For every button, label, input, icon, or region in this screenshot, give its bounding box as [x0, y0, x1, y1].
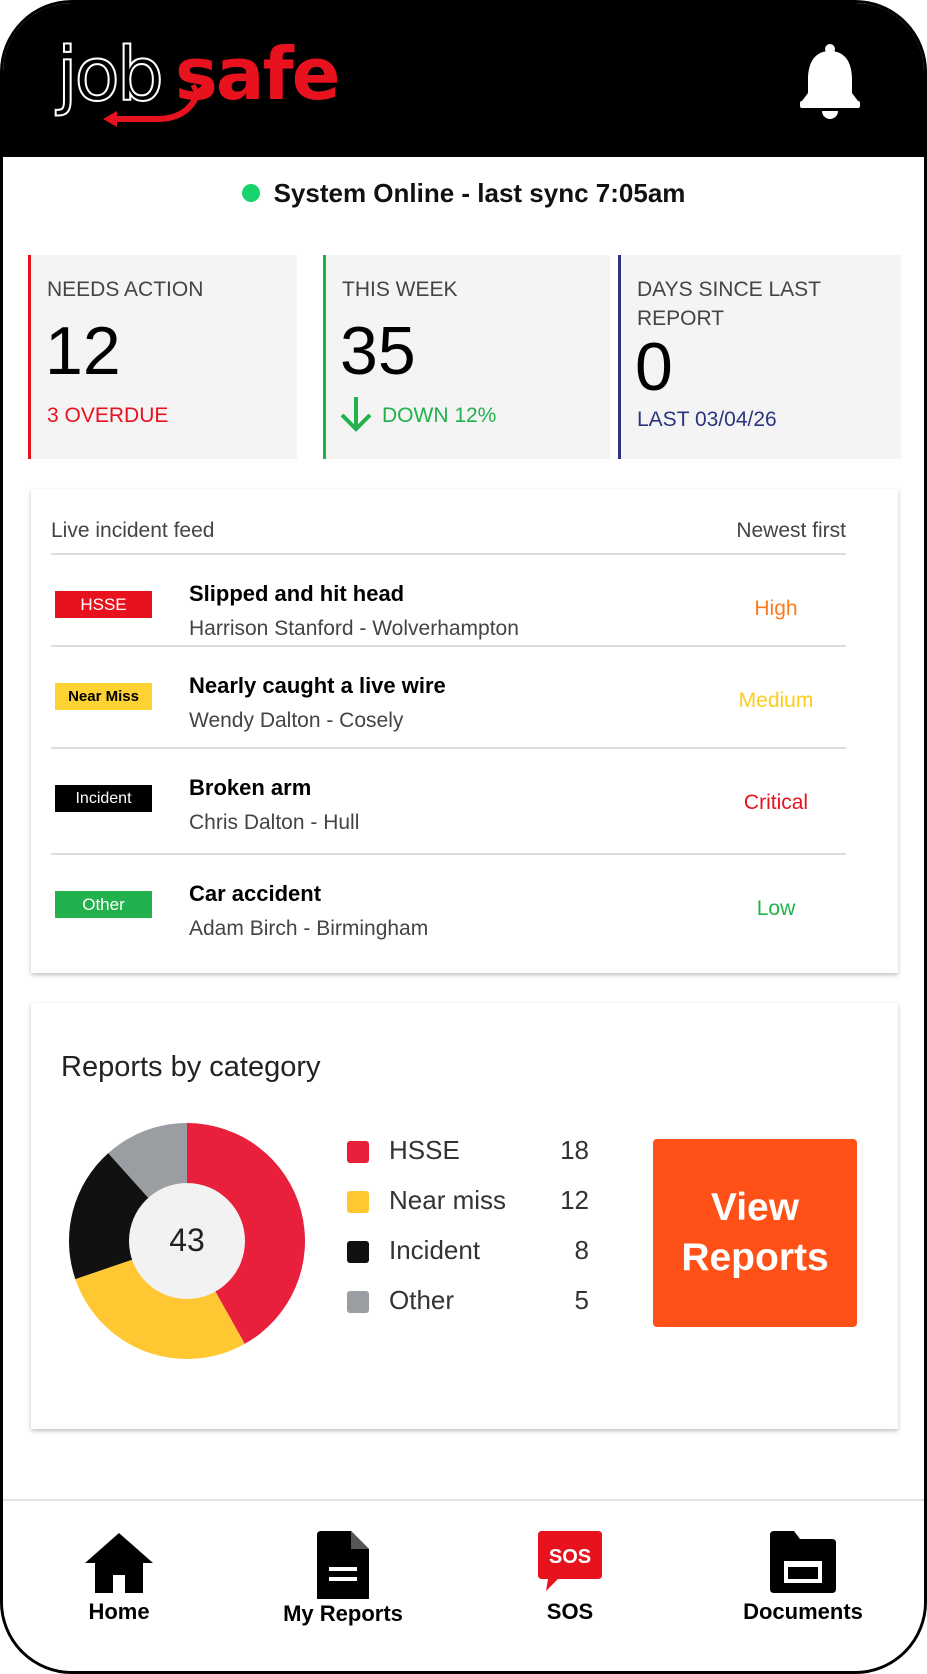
nav-label: SOS [546, 1599, 594, 1624]
incident-severity: High [754, 597, 798, 620]
legend-name: Near miss [389, 1185, 507, 1215]
stat-subtext: 3 OVERDUE [47, 404, 169, 427]
incident-tag: Other [55, 891, 152, 918]
legend-swatch [347, 1191, 369, 1213]
folder-icon [770, 1531, 836, 1593]
legend-item-hsse: HSSE 18 [347, 1131, 609, 1171]
incident-meta: Chris Dalton - Hull [189, 811, 360, 834]
reports-by-category-card: Reports by category 43 HSSE 18 Near miss… [31, 1003, 898, 1429]
incident-meta: Adam Birch - Birmingham [189, 917, 429, 940]
app-header: job safe [3, 3, 924, 157]
stat-label: THIS WEEK [342, 278, 458, 301]
legend-swatch [347, 1291, 369, 1313]
nav-item-sos[interactable]: SOS SOS [490, 1531, 650, 1651]
sos-icon: SOS [538, 1531, 602, 1591]
legend-item-near-miss: Near miss 12 [347, 1181, 609, 1221]
stat-value: 0 [635, 329, 673, 405]
incident-severity: Critical [743, 791, 809, 814]
feed-header: Live incident feed Newest first [51, 519, 846, 543]
legend-item-incident: Incident 8 [347, 1231, 609, 1271]
incident-tag: Near Miss [55, 683, 152, 710]
legend-item-other: Other 5 [347, 1281, 609, 1321]
bell-icon[interactable] [798, 43, 862, 119]
incident-title: Slipped and hit head [189, 581, 405, 606]
nav-item-my-reports[interactable]: My Reports [263, 1531, 423, 1651]
view-reports-label-1: View [710, 1186, 800, 1229]
home-icon [85, 1533, 153, 1593]
legend-count: 12 [560, 1185, 589, 1215]
incident-row[interactable]: Other Car accident Adam Birch - Birmingh… [51, 853, 846, 951]
feed-sort-toggle[interactable]: Newest first [736, 519, 846, 543]
document-icon [317, 1531, 369, 1599]
legend-count: 18 [560, 1135, 589, 1165]
legend-count: 5 [574, 1285, 589, 1315]
stat-subtext: LAST 03/04/26 [637, 408, 777, 431]
legend-swatch [347, 1141, 369, 1163]
view-reports-label-2: Reports [681, 1236, 829, 1279]
incident-row[interactable]: HSSE Slipped and hit head Harrison Stanf… [51, 553, 846, 651]
sos-icon-text: SOS [549, 1546, 591, 1568]
legend-name: Other [389, 1285, 455, 1315]
incident-severity: Low [756, 897, 796, 920]
stat-value: 35 [340, 313, 416, 389]
incident-tag: HSSE [55, 591, 152, 618]
incident-meta: Wendy Dalton - Cosely [189, 709, 404, 732]
feed-title: Live incident feed [51, 519, 215, 542]
phone-frame: job safe System Online - last sync 7:05a… [0, 0, 927, 1674]
logo-text-job: job [56, 32, 165, 118]
stat-days-since[interactable]: DAYS SINCE LAST REPORT 0 LAST 03/04/26 [618, 255, 901, 459]
legend-count: 8 [574, 1235, 589, 1265]
incident-feed-card: Live incident feed Newest first HSSE Sli… [31, 489, 898, 973]
donut-total: 43 [169, 1222, 205, 1258]
nav-item-home[interactable]: Home [39, 1531, 199, 1651]
stat-this-week[interactable]: THIS WEEK 35 DOWN 12% [323, 255, 610, 459]
arrow-down-icon [340, 397, 372, 432]
legend-name: Incident [389, 1235, 481, 1265]
incident-severity: Medium [738, 689, 814, 712]
stat-subtext: DOWN 12% [382, 404, 497, 427]
incident-tag: Incident [55, 785, 152, 812]
nav-label: Home [88, 1599, 150, 1624]
stat-needs-action[interactable]: NEEDS ACTION 12 3 OVERDUE [28, 255, 297, 459]
nav-label: My Reports [283, 1601, 403, 1626]
nav-item-documents[interactable]: Documents [723, 1531, 883, 1651]
category-chart-title: Reports by category [61, 1051, 321, 1083]
incident-row[interactable]: Incident Broken arm Chris Dalton - Hull … [51, 747, 846, 845]
legend-swatch [347, 1241, 369, 1263]
stat-label: DAYS SINCE LAST REPORT [637, 278, 821, 330]
stat-value: 12 [45, 313, 121, 389]
category-donut-chart: 43 [69, 1123, 305, 1359]
nav-label: Documents [743, 1599, 863, 1624]
bottom-navigation: Home My Reports SOS SOS Documents [3, 1499, 924, 1671]
sync-status-text: System Online - last sync 7:05am [273, 177, 686, 208]
incident-title: Broken arm [189, 775, 312, 800]
jobsafe-logo: job safe [47, 32, 341, 133]
sync-status: System Online - last sync 7:05am [3, 173, 924, 213]
logo-text-safe: safe [175, 32, 341, 116]
legend-name: HSSE [389, 1135, 460, 1165]
incident-row[interactable]: Near Miss Nearly caught a live wire Wend… [51, 645, 846, 743]
incident-title: Car accident [189, 881, 322, 906]
status-dot-icon [241, 184, 260, 202]
incident-title: Nearly caught a live wire [189, 673, 446, 698]
incident-meta: Harrison Stanford - Wolverhampton [189, 617, 519, 640]
view-reports-button[interactable]: View Reports [653, 1139, 857, 1327]
stat-label: NEEDS ACTION [47, 278, 204, 301]
